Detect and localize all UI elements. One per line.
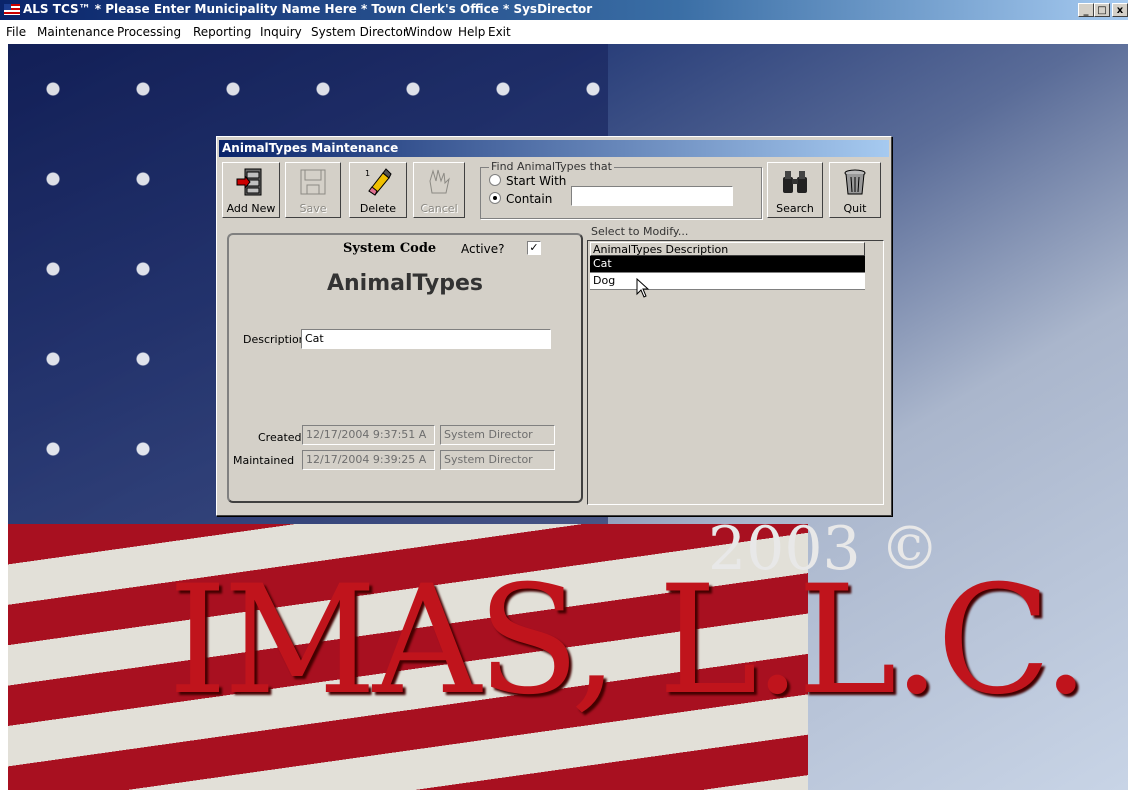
- quit-button[interactable]: Quit: [829, 162, 881, 218]
- radio-selected-icon: [489, 192, 501, 204]
- menu-file[interactable]: File: [6, 25, 26, 39]
- active-label: Active?: [461, 242, 505, 256]
- menu-help[interactable]: Help: [458, 25, 485, 39]
- animaltypes-dialog: AnimalTypes Maintenance Add New Save 1 D…: [216, 136, 892, 516]
- add-new-button[interactable]: Add New: [222, 162, 280, 218]
- menu-window[interactable]: Window: [405, 25, 452, 39]
- quit-label: Quit: [843, 202, 867, 215]
- dialog-title: AnimalTypes Maintenance: [222, 141, 399, 155]
- save-label: Save: [299, 202, 327, 215]
- radio-circle-icon: [489, 174, 501, 186]
- search-label: Search: [776, 202, 814, 215]
- maintained-by-field: System Director: [440, 450, 555, 470]
- minimize-button[interactable]: _: [1078, 3, 1094, 17]
- system-code-label: System Code: [343, 241, 437, 256]
- list-row-dog[interactable]: Dog: [590, 273, 865, 290]
- description-field[interactable]: Cat: [301, 329, 551, 349]
- flag-icon: [4, 4, 20, 15]
- cancel-label: Cancel: [420, 202, 458, 215]
- find-groupbox: Find AnimalTypes that Start With Contain: [480, 160, 762, 219]
- delete-button[interactable]: 1 Delete: [349, 162, 407, 218]
- add-new-label: Add New: [226, 202, 276, 215]
- app-title: ALS TCS™ * Please Enter Municipality Nam…: [23, 2, 593, 16]
- find-input[interactable]: [571, 186, 733, 206]
- menu-bar: File Maintenance Processing Reporting In…: [0, 20, 1128, 44]
- menu-inquiry[interactable]: Inquiry: [260, 25, 302, 39]
- floppy-disk-icon: [300, 169, 326, 195]
- menu-reporting[interactable]: Reporting: [193, 25, 251, 39]
- mouse-cursor-icon: [636, 278, 650, 298]
- dialog-title-bar[interactable]: AnimalTypes Maintenance: [219, 140, 889, 157]
- close-button[interactable]: x: [1112, 3, 1128, 17]
- menu-processing[interactable]: Processing: [117, 25, 181, 39]
- menu-system-director[interactable]: System Director: [311, 25, 408, 39]
- save-button[interactable]: Save: [285, 162, 341, 218]
- menu-maintenance[interactable]: Maintenance: [37, 25, 114, 39]
- contain-radio[interactable]: Contain: [489, 192, 552, 206]
- description-label: Description: [243, 333, 306, 346]
- created-by-field: System Director: [440, 425, 555, 445]
- cancel-button[interactable]: Cancel: [413, 162, 465, 218]
- hand-icon: [429, 169, 450, 194]
- app-title-bar[interactable]: ALS TCS™ * Please Enter Municipality Nam…: [0, 0, 1128, 20]
- contain-label: Contain: [506, 192, 553, 206]
- filing-cabinet-icon: [236, 168, 262, 196]
- list-row-cat[interactable]: Cat: [590, 256, 865, 273]
- system-code-panel: System Code Active? ✓ AnimalTypes Descri…: [227, 233, 583, 503]
- maximize-button[interactable]: □: [1094, 3, 1110, 17]
- maintained-label: Maintained: [233, 454, 295, 467]
- animaltypes-list[interactable]: AnimalTypes Description Cat Dog: [587, 240, 884, 505]
- active-checkbox[interactable]: ✓: [527, 241, 541, 255]
- start-with-label: Start With: [506, 174, 567, 188]
- svg-text:1: 1: [365, 169, 370, 178]
- menu-exit[interactable]: Exit: [488, 25, 511, 39]
- search-button[interactable]: Search: [767, 162, 823, 218]
- binoculars-icon: [783, 171, 807, 193]
- maintained-date-field: 12/17/2004 9:39:25 A: [302, 450, 435, 470]
- list-column-header[interactable]: AnimalTypes Description: [590, 242, 865, 256]
- eraser-pencil-icon: 1: [365, 168, 392, 196]
- find-legend: Find AnimalTypes that: [489, 160, 614, 173]
- created-date-field: 12/17/2004 9:37:51 A: [302, 425, 435, 445]
- created-label: Created: [258, 431, 302, 444]
- company-logo: IMAS, L.L.C.: [168, 554, 1090, 728]
- start-with-radio[interactable]: Start With: [489, 174, 566, 188]
- select-to-modify-label: Select to Modify...: [591, 225, 689, 238]
- panel-heading: AnimalTypes: [326, 271, 484, 296]
- trash-can-icon: [844, 169, 866, 195]
- delete-label: Delete: [359, 202, 397, 215]
